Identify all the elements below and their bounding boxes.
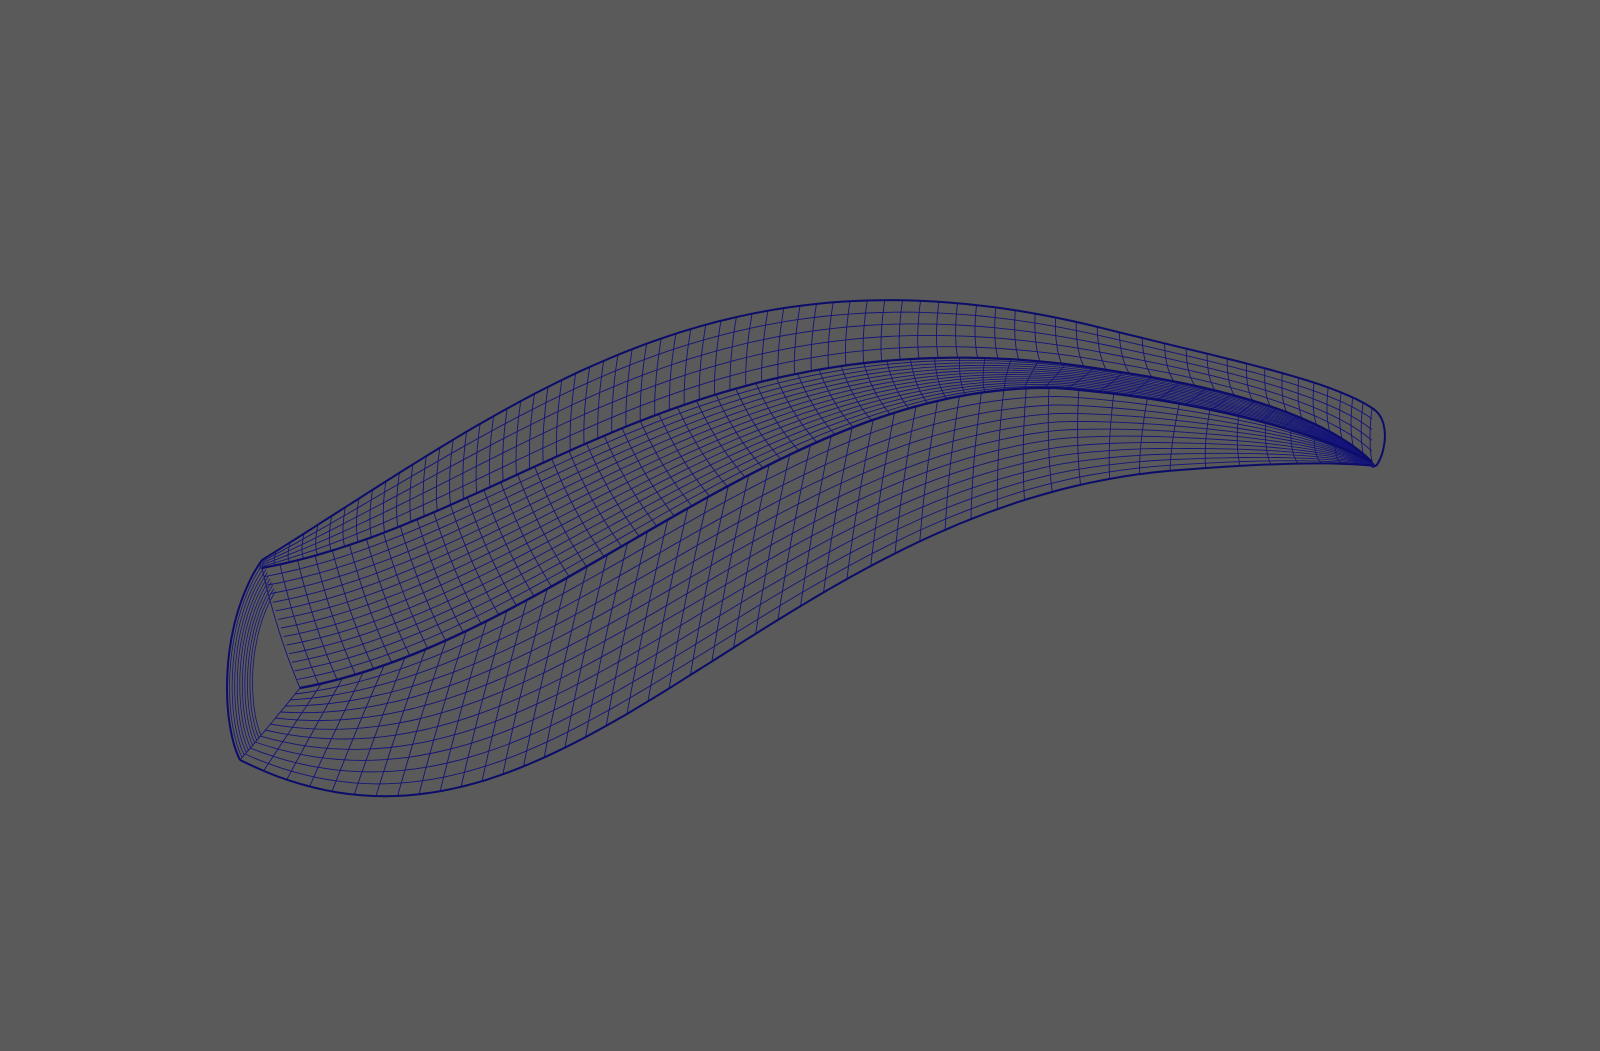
top-band-col-line [1118, 332, 1130, 374]
top-band-col-line [1054, 317, 1063, 364]
top-band-col-line [1369, 407, 1373, 463]
top-band-col-line [917, 300, 922, 359]
top-band-col-line [369, 489, 373, 538]
upper-face-row-line [286, 378, 1373, 646]
top-band-col-line [583, 366, 591, 445]
top-band-col-line [488, 416, 495, 488]
top-band-col-line [1141, 337, 1153, 378]
top-band-col-line [745, 313, 753, 386]
top-band-col-line [880, 300, 886, 362]
3d-viewport[interactable] [0, 0, 1600, 1051]
top-band-col-line [1226, 358, 1235, 396]
top-band-col-line [301, 533, 305, 559]
top-band-col-line [382, 481, 387, 533]
wireframe-scene[interactable] [0, 0, 1600, 1051]
top-band-col-line [974, 305, 979, 359]
top-band-col-line [328, 515, 333, 551]
top-band-col-line [356, 498, 360, 543]
top-band-col-line [515, 401, 522, 476]
lower-face-row-line [264, 442, 1375, 740]
top-band-col-line [810, 303, 817, 372]
top-band-col-line [1360, 402, 1364, 455]
top-band-col-line [1014, 310, 1020, 360]
top-band-col-line [845, 301, 851, 366]
top-band-col-line [462, 431, 468, 500]
lower-face-row-line [294, 395, 1373, 695]
top-band-col-line [639, 343, 648, 422]
top-band-col-line [1034, 313, 1041, 362]
top-band-col-line [1312, 382, 1317, 426]
top-band-col-line [569, 373, 577, 451]
top-band-col-line [625, 349, 633, 427]
top-band-col-line [1264, 368, 1271, 407]
nose-line [234, 569, 267, 753]
top-band-col-line [1206, 353, 1216, 391]
top-band-col-line [542, 386, 549, 463]
top-band-col-line [396, 472, 400, 528]
top-band-col-line [287, 542, 291, 563]
top-band-col-line [475, 423, 481, 494]
top-band-col-line [1350, 397, 1354, 447]
top-band-col-line [1096, 326, 1107, 370]
top-band-col-line [698, 324, 707, 400]
top-band-col-line [449, 439, 454, 506]
top-band-col-line [1185, 348, 1196, 386]
top-band-col-line [611, 354, 619, 433]
top-band-col-line [597, 360, 605, 439]
top-band-col-line [528, 393, 535, 469]
tail-silhouette-edge [1371, 407, 1386, 467]
top-band-col-line [955, 303, 959, 358]
top-band-col-line [827, 302, 834, 369]
top-band-col-line [777, 308, 785, 378]
top-band-col-line [668, 333, 677, 411]
top-band-col-line [342, 507, 346, 547]
top-band-col-line [1281, 373, 1288, 413]
top-band-col-line [714, 320, 722, 395]
top-band-col-line [862, 300, 868, 364]
top-band-col-line [1164, 343, 1175, 382]
top-band-col-line [1075, 321, 1085, 367]
top-band-col-line [502, 408, 508, 482]
top-band-col-line [422, 455, 427, 517]
top-band-col-line [793, 305, 801, 375]
top-band-col-line [1339, 392, 1343, 439]
top-band-col-line [435, 447, 441, 511]
top-band-col-line [683, 328, 692, 405]
upper-face-row-line [289, 380, 1373, 655]
top-band-col-line [1297, 377, 1303, 419]
mesh-edge-loops[interactable] [226, 299, 1386, 798]
top-band-col-line [654, 338, 662, 416]
top-band-col-line [729, 317, 737, 391]
top-band-col-line [761, 310, 769, 382]
top-band-col-line [1245, 363, 1254, 401]
top-band-col-line [555, 379, 563, 457]
top-band-col-line [1326, 387, 1331, 432]
lower-face-row-line [279, 420, 1374, 714]
top-band-col-line [936, 301, 940, 358]
top-band-col-line [994, 307, 999, 359]
mesh-top-face[interactable] [259, 299, 1373, 689]
top-band-col-line [409, 464, 414, 522]
top-band-col-line [315, 524, 319, 556]
lower-face-row-line [259, 447, 1375, 750]
top-band-col-line [898, 300, 903, 360]
